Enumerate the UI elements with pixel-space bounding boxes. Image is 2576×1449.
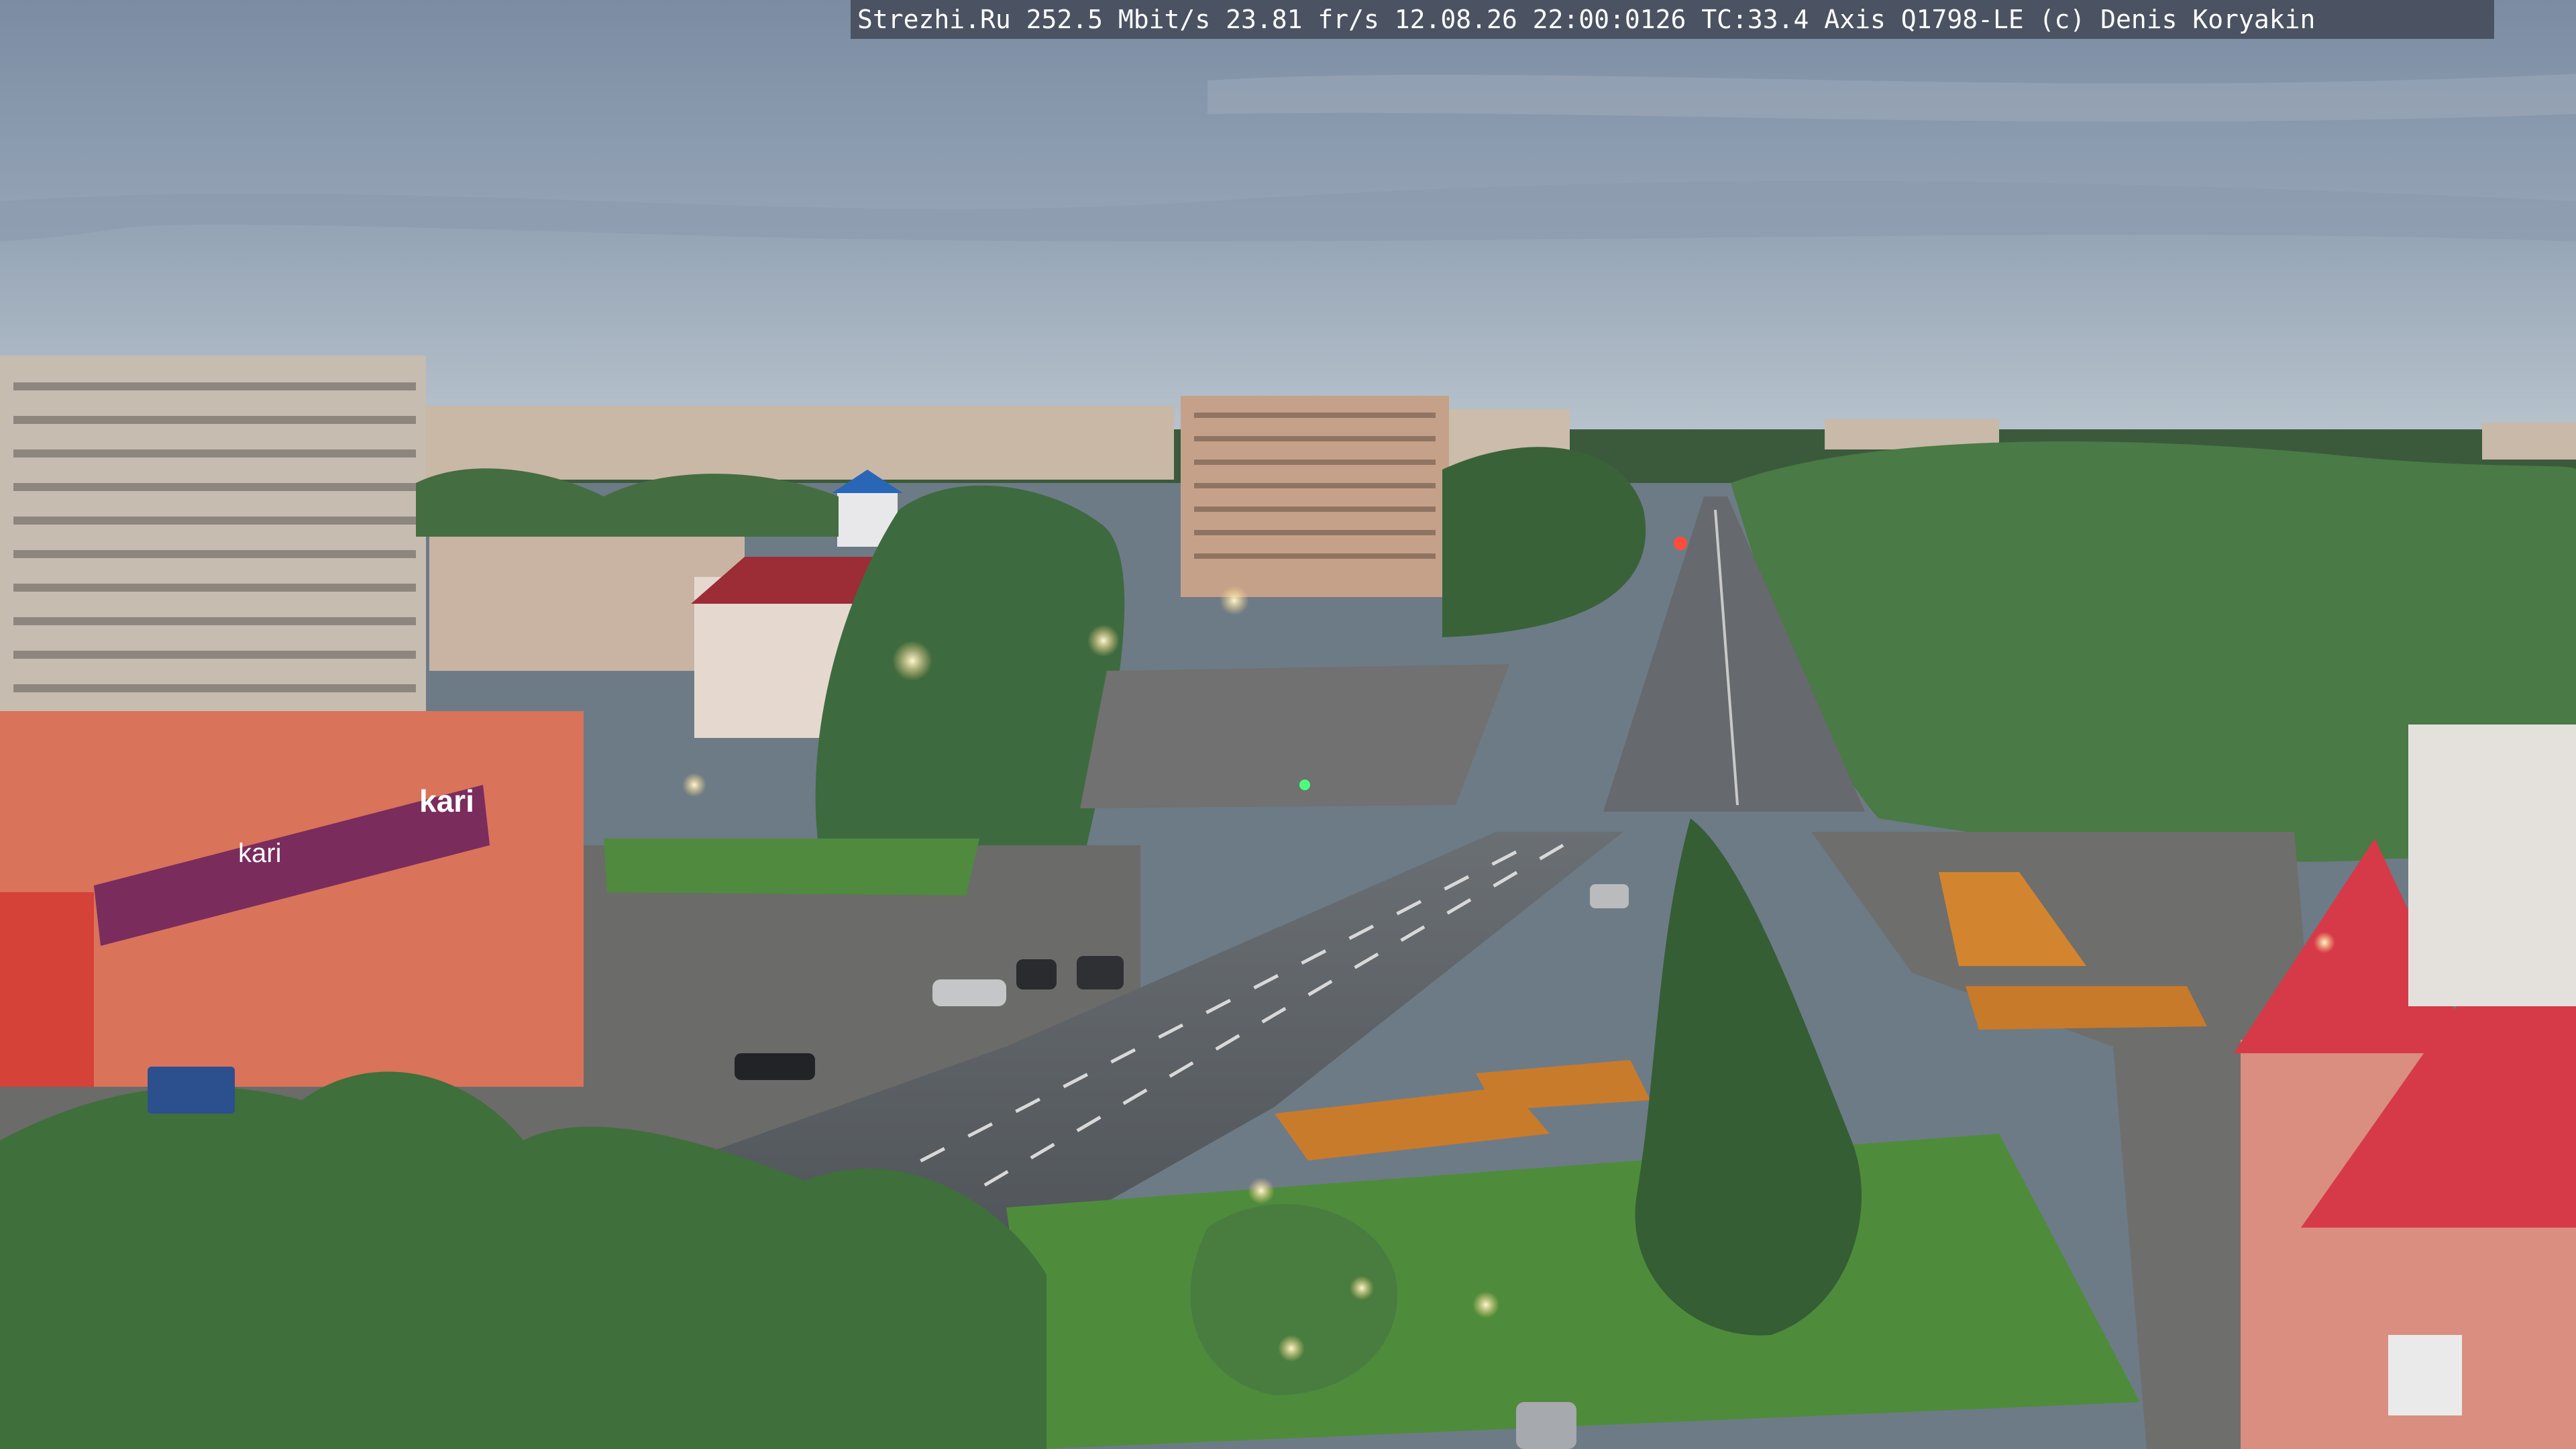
- traffic-light: [1299, 780, 1310, 790]
- truck: [148, 1067, 235, 1114]
- store-facade-red: [0, 892, 94, 1087]
- white-building-right: [2408, 724, 2576, 1006]
- street-lamp: [1220, 586, 1249, 615]
- street-lamp: [1087, 625, 1120, 657]
- tree-canopy: [1442, 447, 1646, 637]
- lawn-left: [604, 839, 979, 896]
- street-lamp: [1472, 1291, 1499, 1318]
- pine-tree: [1635, 818, 1862, 1336]
- traffic-light: [1674, 537, 1687, 550]
- car: [1516, 1402, 1576, 1449]
- webcam-frame: kari kari Strezhi.Ru 252.5 Mbit/s 23.81 …: [0, 0, 2576, 1449]
- street-lamp: [682, 773, 706, 797]
- street-lamp: [1248, 1177, 1275, 1204]
- flowerbed: [1476, 1060, 1650, 1110]
- distant-apartment-block: [423, 406, 1174, 480]
- street-lamp: [892, 641, 932, 681]
- street-lamp: [1278, 1335, 1305, 1362]
- tower-building: [1181, 396, 1449, 597]
- kari-banner-logo: kari: [238, 839, 281, 868]
- street-lamp: [2314, 932, 2335, 953]
- window: [2388, 1335, 2462, 1415]
- camera-info-text: Strezhi.Ru 252.5 Mbit/s 23.81 fr/s 12.08…: [857, 5, 2316, 34]
- street-lamp: [1350, 1276, 1374, 1300]
- flowerbed: [1966, 986, 2207, 1030]
- car: [932, 979, 1006, 1006]
- car: [1077, 956, 1124, 989]
- car: [1590, 884, 1629, 908]
- car: [735, 1053, 815, 1080]
- town-square-plaza: [1080, 664, 1509, 808]
- camera-info-overlay: Strezhi.Ru 252.5 Mbit/s 23.81 fr/s 12.08…: [851, 0, 2494, 39]
- car: [1016, 959, 1057, 989]
- distant-apartment-block: [2482, 423, 2576, 460]
- foreground-lawn: [1006, 1134, 2140, 1449]
- city-street-scene: kari kari: [0, 0, 2576, 1449]
- kari-sign: kari: [419, 784, 474, 818]
